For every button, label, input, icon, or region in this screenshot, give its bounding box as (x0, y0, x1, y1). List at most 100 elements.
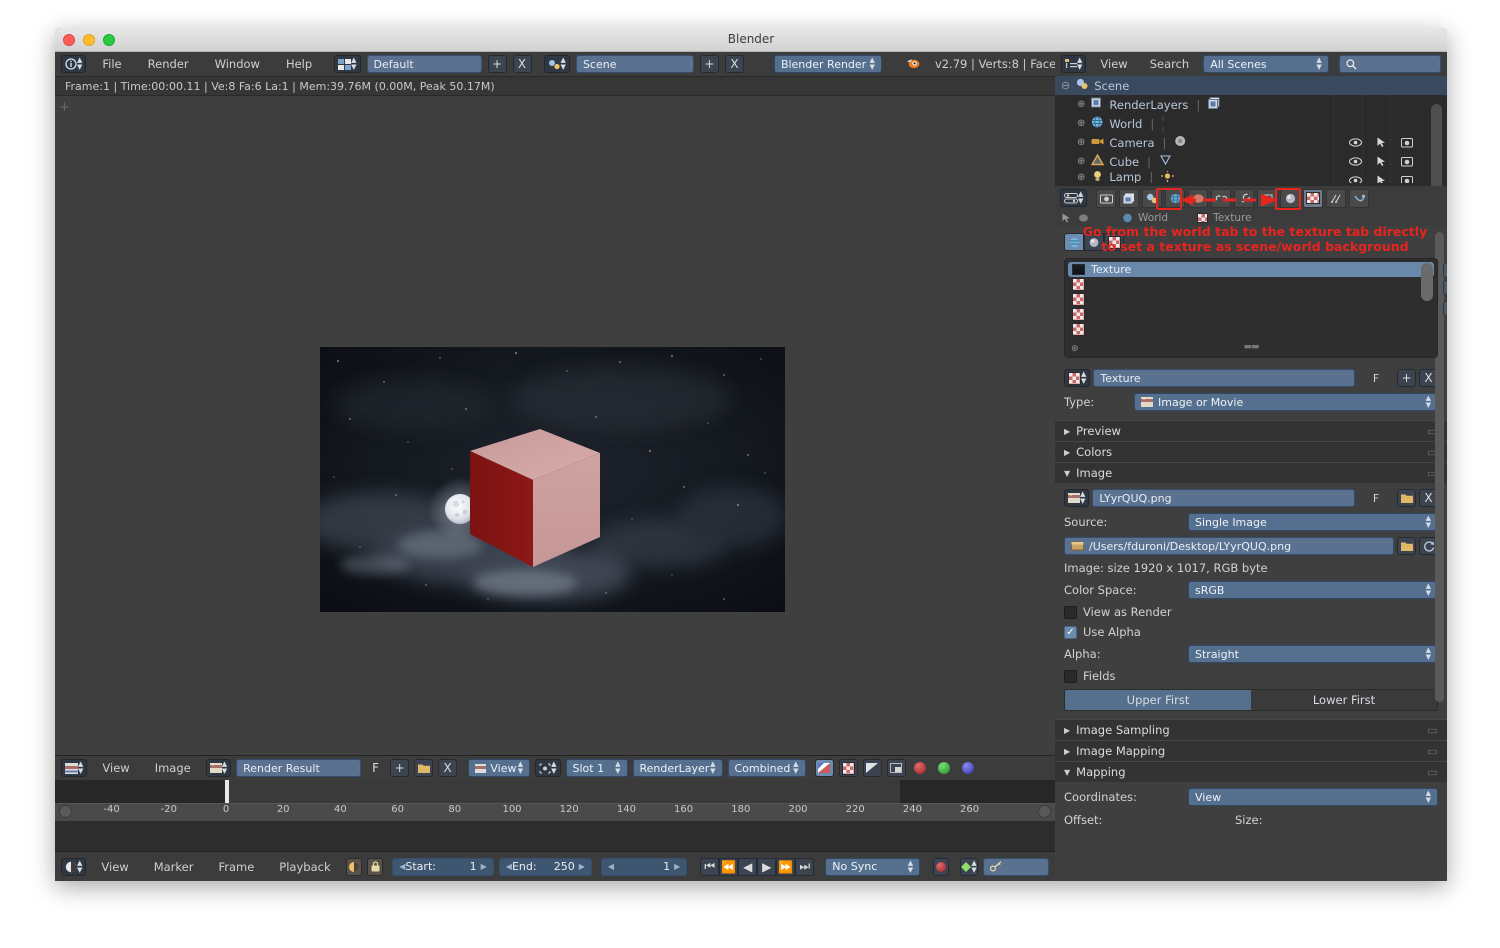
properties-body[interactable]: Texture ⊕ ▬▬ ▲ ▼ ▼ (1055, 226, 1447, 881)
texture-slot-row[interactable] (1068, 307, 1434, 322)
particles-tab[interactable] (1326, 188, 1347, 208)
outliner-row-cube[interactable]: ⊕ Cube | (1055, 152, 1447, 171)
frame-start-field[interactable]: ◀ Start: 1 ▶ (392, 857, 494, 876)
object-tab[interactable] (1188, 188, 1209, 208)
render-layer-dropdown[interactable]: RenderLayer ▲ ▼ (632, 759, 723, 777)
constraints-tab[interactable] (1211, 188, 1232, 208)
next-keyframe-icon[interactable]: ⏩ (776, 857, 796, 876)
expand-toggle-icon[interactable]: ⊕ (1077, 172, 1085, 183)
open-image-file-button[interactable] (1397, 489, 1416, 507)
image-browse-icon[interactable]: ▲ ▼ (1064, 489, 1090, 507)
image-filepath-row[interactable]: /Users/fduroni/Desktop/LYyrQUQ.png (1055, 534, 1447, 558)
sync-mode-dropdown[interactable]: No Sync ▲ ▼ (825, 857, 921, 876)
expand-toggle-icon[interactable]: ⊕ (1077, 137, 1085, 148)
lower-first-toggle[interactable]: Lower First (1251, 690, 1437, 710)
scene-browse-icon[interactable]: ▲ ▼ (543, 55, 570, 73)
fields-row[interactable]: Fields (1055, 666, 1447, 686)
texture-list-scrollbar[interactable] (1421, 263, 1433, 301)
physics-tab[interactable] (1349, 188, 1370, 208)
outliner-search-input[interactable] (1338, 55, 1441, 73)
new-image-button[interactable]: + (390, 759, 410, 777)
panel-image[interactable]: ▼ Image ▭ (1055, 462, 1447, 483)
outliner-row-lamp[interactable]: ⊕ Lamp | (1055, 171, 1447, 183)
alpha-mode-dropdown[interactable]: Straight ▲ ▼ (1188, 645, 1438, 663)
timeline-menu-frame[interactable]: Frame (208, 855, 264, 879)
editor-type-properties-icon[interactable]: ▲ ▼ (1060, 189, 1088, 207)
collapse-toggle-icon[interactable]: ⊖ (1061, 79, 1070, 92)
editor-type-outliner-icon[interactable]: ▲ ▼ (1061, 55, 1087, 73)
render-engine-dropdown[interactable]: Blender Render ▲ ▼ (773, 55, 882, 73)
timeline-menu-marker[interactable]: Marker (144, 855, 204, 879)
texture-datablock-row[interactable]: ▲ ▼ Texture F + X (1055, 366, 1447, 390)
jump-end-icon[interactable]: ⏭ (795, 857, 815, 876)
texture-fake-user-button[interactable]: F (1358, 372, 1394, 385)
image-menu-image[interactable]: Image (145, 756, 201, 780)
alpha-channel-icon[interactable] (838, 759, 858, 777)
texture-context-button[interactable] (1104, 233, 1124, 251)
editor-type-timeline-icon[interactable]: ▲ ▼ (61, 857, 87, 876)
render-region-icon[interactable] (886, 759, 906, 777)
timeline-menu-view[interactable]: View (91, 855, 138, 879)
timeline-track[interactable] (55, 780, 1055, 803)
keying-set-field[interactable] (982, 857, 1049, 876)
play-reverse-icon[interactable]: ◀ (738, 857, 758, 876)
timeline-editor[interactable]: -40 -20 0 20 40 60 80 100 120 140 160 180 200 220 240 2… (55, 780, 1055, 851)
scene-tab[interactable] (1142, 188, 1163, 208)
image-datablock-row[interactable]: ▲ ▼ LYyrQUQ.png F X (1055, 483, 1447, 510)
outliner-restrict-toggles[interactable] (1349, 171, 1413, 183)
field-order-row[interactable]: Upper First Lower First (1055, 686, 1447, 714)
outliner-row-scene[interactable]: ⊖ Scene (1055, 76, 1447, 95)
expand-toggle-icon[interactable]: ⊕ (1077, 99, 1085, 110)
unlink-image-button[interactable]: X (438, 759, 458, 777)
move-slot-up-button[interactable]: ▲ (1443, 263, 1447, 278)
texture-slot-row[interactable]: Texture (1068, 262, 1434, 277)
color-and-alpha-icon[interactable] (814, 759, 834, 777)
panel-pin-icon[interactable]: ▭ (1427, 765, 1438, 779)
panel-image-mapping[interactable]: ▶ Image Mapping ▭ (1055, 740, 1447, 761)
outliner-restrict-toggles[interactable] (1349, 152, 1413, 171)
use-preview-range-icon[interactable] (345, 857, 362, 876)
material-context-button[interactable] (1084, 233, 1104, 251)
timeline-menu-playback[interactable]: Playback (269, 855, 340, 879)
modifiers-tab[interactable] (1234, 188, 1255, 208)
screen-layout-browse-icon[interactable]: ▲ ▼ (334, 55, 361, 73)
panel-image-sampling[interactable]: ▶ Image Sampling ▭ (1055, 719, 1447, 740)
outliner-display-mode-dropdown[interactable]: All Scenes ▲ ▼ (1203, 55, 1329, 73)
menu-file[interactable]: File (92, 52, 131, 76)
material-tab[interactable] (1280, 188, 1301, 208)
properties-editor[interactable]: ▲ ▼ World Texture Texture ⊕ ▬▬ ▲ ▼ Textu… (1055, 186, 1447, 881)
render-tab[interactable] (1096, 188, 1117, 208)
mapping-coordinates-row[interactable]: Coordinates: View ▲ ▼ (1055, 782, 1447, 809)
expand-toggle-icon[interactable]: ⊕ (1077, 156, 1085, 167)
upper-first-toggle[interactable]: Upper First (1065, 690, 1251, 710)
use-alpha-checkbox[interactable]: ✓ (1064, 625, 1077, 639)
properties-tab-bar[interactable]: ▲ ▼ (1055, 186, 1447, 210)
outliner-row-world[interactable]: ⊕ World | (1055, 114, 1447, 133)
texture-list-controls[interactable]: ▲ ▼ ▼ (1443, 263, 1447, 316)
browse-filepath-button[interactable] (1397, 537, 1416, 555)
texture-context-buttons[interactable] (1055, 226, 1447, 254)
channel-red-dot[interactable] (911, 759, 930, 777)
texture-slot-row[interactable] (1068, 277, 1434, 292)
open-image-button[interactable] (414, 759, 434, 777)
editor-type-image-icon[interactable]: ▲ ▼ (61, 759, 88, 777)
image-source-row[interactable]: Source: Single Image ▲ ▼ (1055, 510, 1447, 534)
menu-render[interactable]: Render (138, 52, 199, 76)
renderlayers-tab[interactable] (1119, 188, 1140, 208)
render-pass-dropdown[interactable]: Combined ▲ ▼ (727, 759, 806, 777)
add-scene-button[interactable]: + (699, 55, 719, 73)
image-datablock-field[interactable]: Render Result (236, 759, 362, 777)
fields-checkbox[interactable] (1064, 669, 1077, 683)
outliner-row-renderlayers[interactable]: ⊕ RenderLayers | (1055, 95, 1447, 114)
delete-screen-layout-button[interactable]: X (512, 55, 532, 73)
world-tab[interactable] (1165, 188, 1186, 208)
properties-breadcrumb[interactable]: World Texture (1055, 210, 1447, 226)
z-depth-icon[interactable] (862, 759, 882, 777)
image-menu-view[interactable]: View (92, 756, 139, 780)
timeline-scroll-handle-left[interactable] (59, 805, 72, 818)
outliner-editor[interactable]: ▲ ▼ View Search All Scenes ▲ ▼ ⊖ Scene ⊕… (1055, 52, 1447, 190)
panel-pin-icon[interactable]: ▭ (1427, 744, 1438, 758)
image-source-dropdown[interactable]: Single Image ▲ ▼ (1188, 513, 1438, 531)
image-name-field[interactable]: LYyrQUQ.png (1092, 489, 1355, 507)
coordinates-dropdown[interactable]: View ▲ ▼ (1188, 788, 1438, 806)
